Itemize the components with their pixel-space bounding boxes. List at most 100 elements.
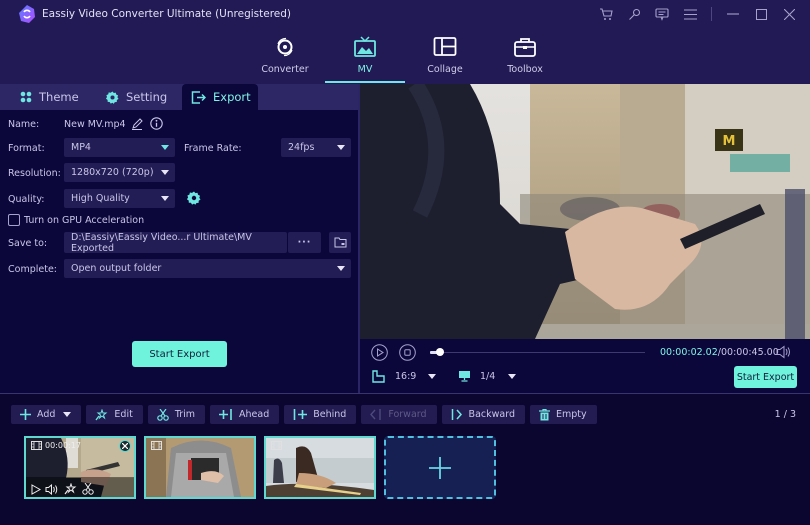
empty-button[interactable]: Empty	[529, 405, 597, 424]
quality-select[interactable]: High Quality	[64, 189, 175, 208]
save-to-label: Save to:	[8, 238, 48, 249]
name-value: New MV.mp4	[64, 119, 126, 130]
clip-thumbnail	[146, 438, 254, 497]
backward-button[interactable]: Backward	[441, 405, 525, 424]
trim-button[interactable]: Trim	[147, 405, 206, 424]
nav-label: Converter	[261, 64, 309, 75]
preview-start-export-button[interactable]: Start Export	[734, 366, 797, 388]
trash-icon	[538, 408, 550, 420]
frame-rate-select[interactable]: 24fps	[281, 138, 351, 157]
clip-thumbnail	[266, 438, 374, 497]
resolution-value: 1280x720 (720p)	[71, 167, 154, 178]
close-icon	[122, 443, 128, 449]
toolbox-icon	[514, 38, 536, 57]
ahead-button[interactable]: Ahead	[210, 405, 280, 424]
maximize-icon[interactable]	[750, 6, 772, 22]
key-icon[interactable]	[623, 6, 645, 22]
gpu-checkbox[interactable]	[8, 214, 20, 226]
edit-name-icon[interactable]	[131, 118, 143, 130]
edit-wand-icon	[95, 408, 108, 420]
complete-label: Complete:	[8, 264, 57, 275]
stop-button[interactable]	[399, 344, 416, 361]
clip-item[interactable]	[144, 436, 256, 499]
complete-select[interactable]: Open output folder	[64, 259, 351, 278]
minimize-icon[interactable]	[722, 6, 744, 22]
start-export-button[interactable]: Start Export	[132, 341, 227, 367]
tab-export[interactable]: Export	[182, 84, 258, 110]
edit-button[interactable]: Edit	[86, 405, 143, 424]
time-display: 00:00:02.02/00:00:45.00	[660, 347, 779, 358]
behind-button[interactable]: Behind	[284, 405, 357, 424]
chevron-down-icon	[161, 196, 169, 201]
nav-collage[interactable]: Collage	[405, 34, 485, 84]
feedback-icon[interactable]	[651, 6, 673, 22]
add-clip-button[interactable]	[384, 436, 496, 499]
tab-theme[interactable]: Theme	[0, 84, 96, 110]
export-icon	[191, 90, 206, 104]
zoom-value[interactable]: 1/4	[480, 371, 495, 382]
backward-icon	[451, 409, 462, 420]
monitor-icon	[459, 371, 470, 382]
remove-clip-button[interactable]	[119, 440, 131, 452]
main-nav: Converter MV Collage Toolbox	[245, 34, 565, 84]
clip-duration: 00:00:17	[45, 441, 81, 450]
quality-label: Quality:	[8, 194, 45, 205]
resolution-select[interactable]: 1280x720 (720p)	[64, 163, 175, 182]
tab-label: Theme	[39, 90, 79, 104]
nav-mv[interactable]: MV	[325, 34, 405, 84]
add-chevron-down-icon[interactable]	[63, 412, 72, 417]
progress-handle[interactable]	[436, 348, 444, 356]
empty-label: Empty	[555, 409, 587, 420]
zoom-chevron-down-icon[interactable]	[508, 374, 516, 379]
aspect-ratio-value[interactable]: 16:9	[395, 371, 416, 382]
preview-frame-image: M	[360, 84, 810, 339]
app-logo-icon	[19, 5, 35, 23]
svg-text:M: M	[723, 134, 736, 149]
video-preview: M	[360, 84, 810, 339]
trim-label: Trim	[174, 409, 196, 420]
clip-volume-icon[interactable]	[45, 484, 59, 495]
nav-label: Toolbox	[507, 64, 543, 75]
mv-icon	[354, 36, 376, 57]
play-button[interactable]	[371, 344, 388, 361]
plus-icon	[20, 409, 31, 420]
backward-label: Backward	[468, 409, 515, 420]
forward-label: Forward	[388, 409, 427, 420]
page-indicator: 1 / 3	[774, 409, 796, 420]
nav-label: MV	[357, 64, 373, 75]
open-folder-button[interactable]	[329, 232, 351, 253]
forward-button[interactable]: Forward	[361, 405, 437, 424]
section-divider	[0, 393, 810, 394]
total-time: /00:00:45.00	[717, 347, 779, 358]
separator	[711, 7, 712, 21]
format-select[interactable]: MP4	[64, 138, 175, 157]
add-behind-icon	[293, 409, 308, 420]
chevron-down-icon	[161, 170, 169, 175]
cart-icon[interactable]	[595, 6, 617, 22]
tab-label: Setting	[126, 90, 168, 104]
menu-icon[interactable]	[679, 6, 701, 22]
nav-toolbox[interactable]: Toolbox	[485, 34, 565, 84]
close-icon[interactable]	[778, 6, 800, 22]
tab-label: Export	[213, 90, 251, 104]
film-icon	[31, 441, 42, 450]
clip-edit-icon[interactable]	[64, 483, 77, 495]
theme-icon	[20, 91, 32, 103]
quality-settings-gear-icon[interactable]	[187, 191, 201, 205]
browse-label: ···	[297, 237, 312, 248]
browse-button[interactable]: ···	[288, 232, 321, 253]
add-button[interactable]: Add	[11, 405, 82, 424]
clip-item[interactable]: 00:00:17	[24, 436, 136, 499]
chevron-down-icon	[161, 145, 169, 150]
clip-item[interactable]	[264, 436, 376, 499]
save-path-field[interactable]: D:\Eassiy\Eassiy Video...r Ultimate\MV E…	[64, 232, 287, 254]
info-icon[interactable]	[150, 117, 163, 130]
nav-converter[interactable]: Converter	[245, 34, 325, 84]
progress-track[interactable]	[430, 352, 645, 353]
behind-label: Behind	[313, 409, 347, 420]
tab-setting[interactable]: Setting	[96, 84, 182, 110]
clip-play-icon[interactable]	[31, 484, 41, 495]
clip-trim-icon[interactable]	[82, 483, 94, 495]
volume-icon[interactable]	[776, 345, 792, 359]
aspect-ratio-chevron-down-icon[interactable]	[428, 374, 436, 379]
